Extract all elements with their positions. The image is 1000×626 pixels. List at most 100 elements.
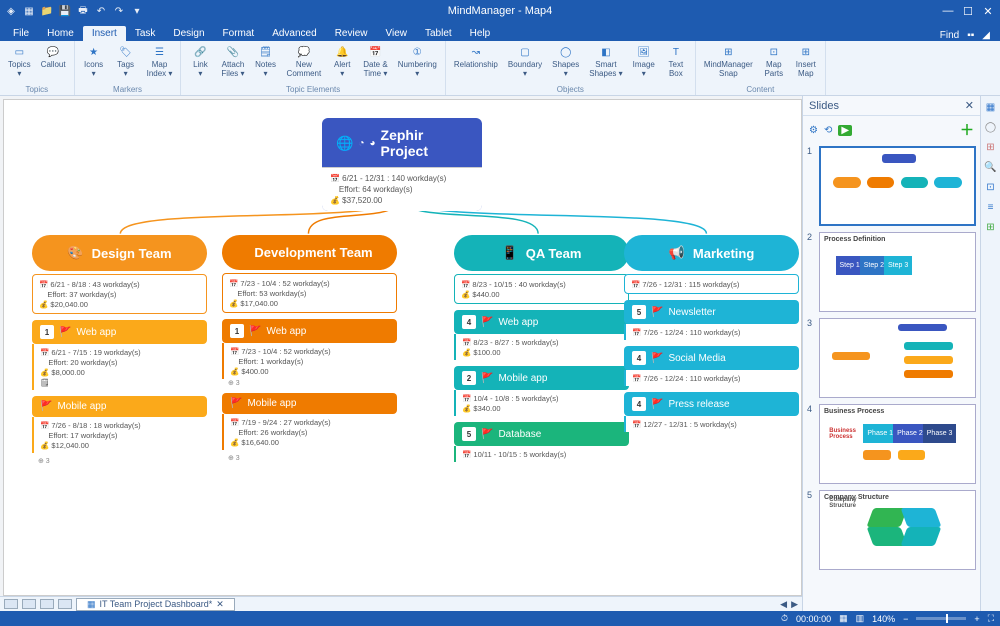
ribbon-boundary-button[interactable]: ▢Boundary ▾ — [504, 43, 546, 80]
status-view-icon[interactable]: ▥ — [856, 613, 865, 624]
save-icon[interactable]: 💾 — [58, 4, 72, 18]
zoom-in-icon[interactable]: + — [974, 614, 979, 624]
ribbon-group-label: Markers — [79, 85, 177, 95]
document-tab[interactable]: ▦ IT Team Project Dashboard* ✕ — [76, 598, 235, 611]
task-node[interactable]: 5🚩Newsletter — [624, 300, 799, 324]
slide-thumb[interactable]: 2 Process Definition Step 1 Step 2 Step … — [807, 232, 976, 312]
ribbon-tag-button[interactable]: 🏷Tags ▾ — [111, 43, 141, 80]
task-node[interactable]: 4🚩Press release — [624, 392, 799, 416]
tab-insert[interactable]: Insert — [83, 26, 126, 41]
ribbon-parts-button[interactable]: ⊡Map Parts — [759, 43, 789, 80]
doc-tab-close-icon[interactable]: ✕ — [216, 599, 224, 610]
ribbon-star-button[interactable]: ★Icons ▾ — [79, 43, 109, 80]
ribbon-pin-icon[interactable]: ◢ — [982, 30, 990, 41]
ribbon-date-button[interactable]: 📅Date & Time ▾ — [359, 43, 391, 80]
ribbon-number-button[interactable]: ①Numbering ▾ — [394, 43, 441, 80]
slide-thumb[interactable]: 1 — [807, 146, 976, 226]
ribbon-text-button[interactable]: TText Box — [661, 43, 691, 80]
ribbon-callout-button[interactable]: 💬Callout — [37, 43, 70, 71]
task-node[interactable]: 🚩Mobile app — [222, 393, 397, 414]
slides-add-icon[interactable]: ＋ — [960, 120, 974, 140]
ribbon-attach-button[interactable]: 📎Attach Files ▾ — [217, 43, 248, 80]
qat-more-icon[interactable]: ▾ — [130, 4, 144, 18]
ribbon-collapse-icon[interactable]: ▪▪ — [967, 30, 974, 41]
task-node[interactable]: 4🚩Social Media — [624, 346, 799, 370]
print-icon[interactable]: 🖶 — [76, 4, 90, 18]
priority-badge: 1 — [230, 324, 244, 338]
status-view-icon[interactable]: ▦ — [839, 613, 848, 624]
tab-task[interactable]: Task — [126, 26, 165, 41]
minimize-icon[interactable]: — — [940, 5, 956, 18]
slide-number: 1 — [807, 146, 815, 226]
new-icon[interactable]: ▦ — [22, 4, 36, 18]
rail-btn[interactable]: ⊞ — [984, 142, 998, 156]
ribbon-topic-button[interactable]: ▭Topics ▾ — [4, 43, 35, 80]
open-icon[interactable]: 📁 — [40, 4, 54, 18]
ribbon-insertmap-button[interactable]: ⊞Insert Map — [791, 43, 821, 80]
ribbon-notes-button[interactable]: 🗒Notes ▾ — [251, 43, 281, 80]
tab-design[interactable]: Design — [164, 26, 213, 41]
ribbon-comment-button[interactable]: 💭New Comment — [283, 43, 326, 80]
task-node[interactable]: 🚩Mobile app — [32, 396, 207, 417]
ribbon-snap-button[interactable]: ⊞MindManager Snap — [700, 43, 757, 80]
team-node[interactable]: 📱QA Team📅 8/23 - 10/15 : 40 workday(s)💰 … — [454, 235, 629, 462]
rail-btn[interactable]: ⊡ — [984, 182, 998, 196]
tab-review[interactable]: Review — [326, 26, 377, 41]
ribbon-alert-button[interactable]: 🔔Alert ▾ — [327, 43, 357, 80]
slides-close-icon[interactable]: ✕ — [965, 99, 974, 112]
ribbon-index-button[interactable]: ☰Map Index ▾ — [143, 43, 177, 80]
task-dates: 📅 8/23 - 8/27 : 5 workday(s) — [462, 337, 623, 347]
alert-icon: 🔔 — [334, 44, 350, 60]
tabstrip-thumb[interactable] — [58, 599, 72, 609]
task-node[interactable]: 4🚩Web app — [454, 310, 629, 334]
slides-play-icon[interactable]: ▶ — [838, 125, 852, 136]
ribbon-rel-button[interactable]: ↝Relationship — [450, 43, 502, 71]
tabstrip-thumb[interactable] — [40, 599, 54, 609]
slide-thumb[interactable]: 5 Company StructureCompanyStructure — [807, 490, 976, 570]
slide-thumb[interactable]: 4 Business ProcessBusinessProcess Phase … — [807, 404, 976, 484]
canvas[interactable]: 🌐◔◕ Zephir Project 📅 6/21 - 12/31 : 140 … — [3, 99, 802, 596]
ribbon-smart-button[interactable]: ◧Smart Shapes ▾ — [585, 43, 626, 80]
tab-tablet[interactable]: Tablet — [416, 26, 461, 41]
note-icon[interactable]: 🗒 — [40, 377, 201, 387]
task-node[interactable]: 1🚩Web app — [32, 320, 207, 344]
maximize-icon[interactable]: ☐ — [960, 5, 976, 18]
tabstrip-scroll-left-icon[interactable]: ◀ — [780, 599, 787, 610]
task-node[interactable]: 1🚩Web app — [222, 319, 397, 343]
tabstrip-thumb[interactable] — [22, 599, 36, 609]
ribbon-image-button[interactable]: 🖼Image ▾ — [629, 43, 659, 80]
slide-thumb[interactable]: 3 — [807, 318, 976, 398]
tab-view[interactable]: View — [376, 26, 416, 41]
slides-settings-icon[interactable]: ⚙ — [809, 125, 818, 136]
fit-icon[interactable]: ⛶ — [988, 613, 994, 624]
task-node[interactable]: 5🚩Database — [454, 422, 629, 446]
ribbon-link-button[interactable]: 🔗Link ▾ — [185, 43, 215, 80]
redo-icon[interactable]: ↷ — [112, 4, 126, 18]
tabstrip-thumb[interactable] — [4, 599, 18, 609]
tab-advanced[interactable]: Advanced — [263, 26, 325, 41]
task-node[interactable]: 2🚩Mobile app — [454, 366, 629, 390]
team-cost: 💰 $20,040.00 — [39, 299, 200, 309]
tab-home[interactable]: Home — [38, 26, 83, 41]
tabstrip-scroll-right-icon[interactable]: ▶ — [791, 599, 798, 610]
tab-format[interactable]: Format — [214, 26, 264, 41]
rail-btn[interactable]: 🔍 — [984, 162, 998, 176]
rail-btn[interactable]: ◯ — [984, 122, 998, 136]
find-button[interactable]: Find — [940, 30, 959, 41]
rail-btn[interactable]: ⊞ — [984, 222, 998, 236]
team-node[interactable]: 🎨Design Team📅 6/21 - 8/18 : 43 workday(s… — [32, 235, 207, 465]
tab-file[interactable]: File — [4, 26, 38, 41]
slides-refresh-icon[interactable]: ⟲ — [824, 125, 832, 136]
rail-btn[interactable]: ≡ — [984, 202, 998, 216]
close-icon[interactable]: ✕ — [980, 5, 996, 18]
rail-btn[interactable]: ▦ — [984, 102, 998, 116]
team-name: Design Team — [92, 246, 172, 261]
ribbon-shapes-button[interactable]: ◯Shapes ▾ — [548, 43, 583, 80]
tab-help[interactable]: Help — [461, 26, 500, 41]
root-node[interactable]: 🌐◔◕ Zephir Project 📅 6/21 - 12/31 : 140 … — [322, 118, 482, 211]
team-node[interactable]: 📢Marketing📅 7/26 - 12/31 : 115 workday(s… — [624, 235, 799, 432]
team-node[interactable]: Development Team📅 7/23 - 10/4 : 52 workd… — [222, 235, 397, 462]
undo-icon[interactable]: ↶ — [94, 4, 108, 18]
flag-icon: 🚩 — [40, 401, 52, 412]
zoom-out-icon[interactable]: − — [903, 614, 908, 624]
